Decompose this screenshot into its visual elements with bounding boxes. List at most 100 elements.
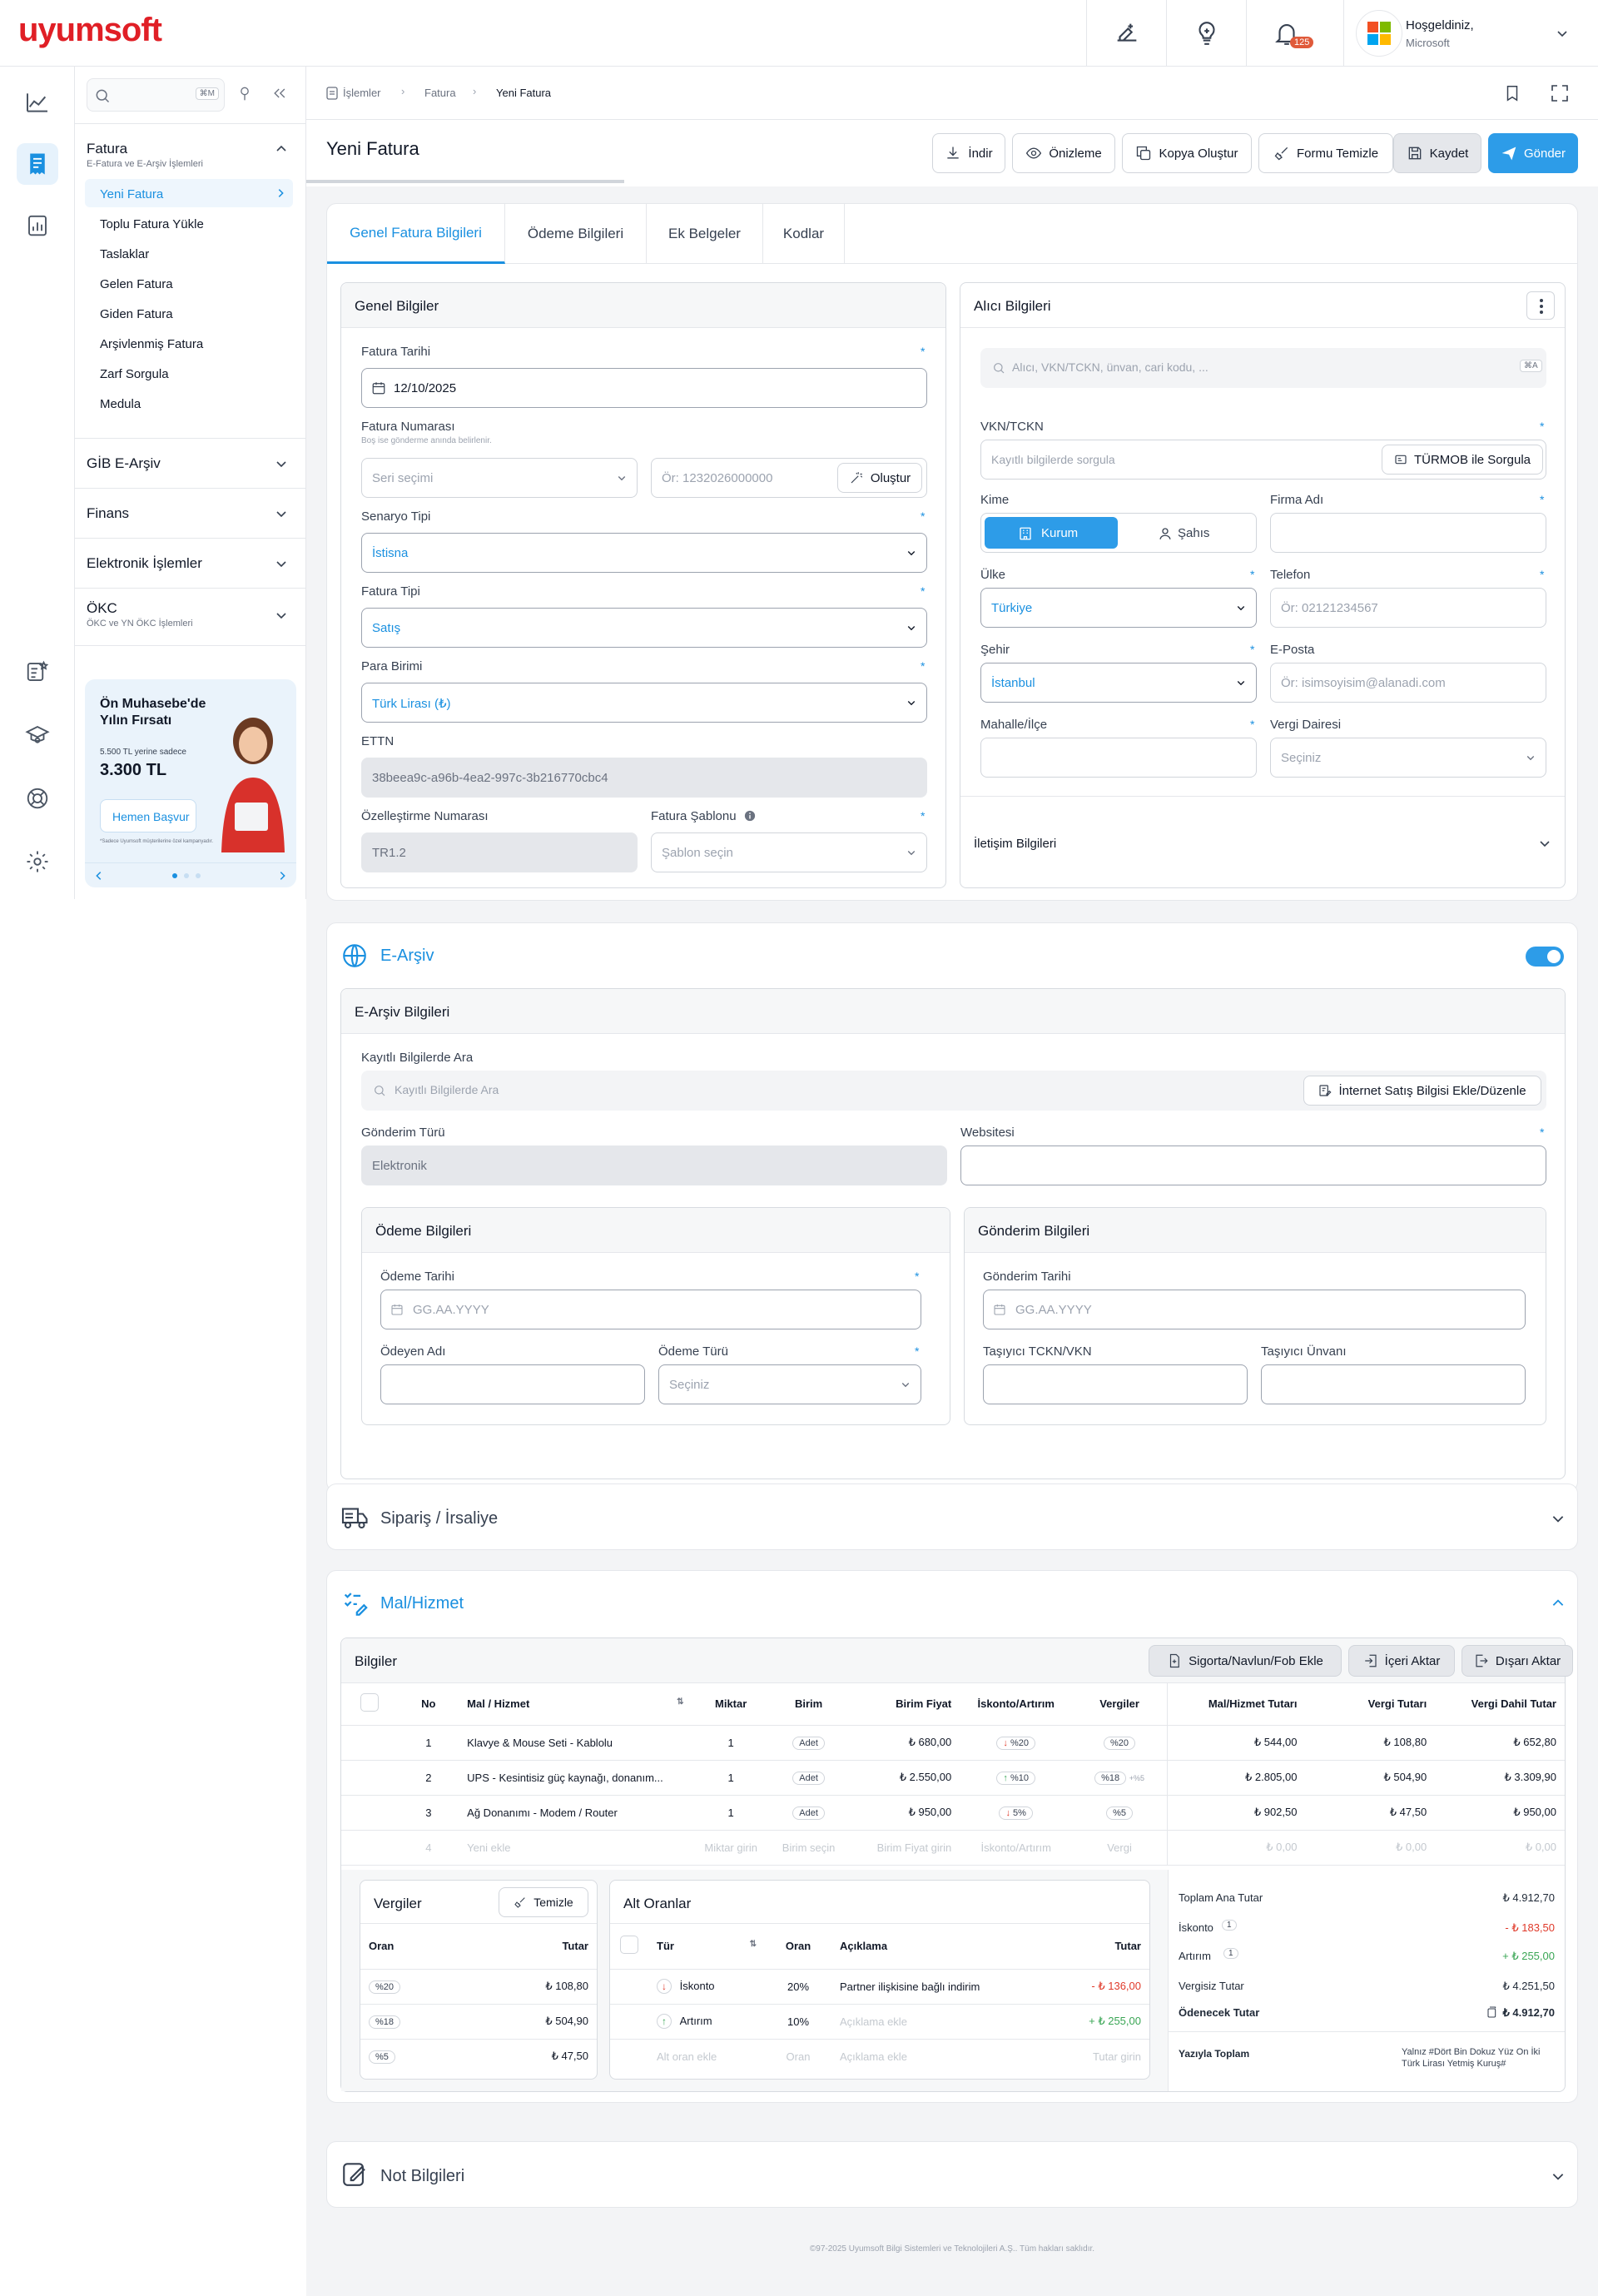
company-name-input[interactable] [1270, 513, 1546, 553]
new-row[interactable]: 4 Yeni ekle Miktar girin Birim seçin Bir… [341, 1830, 1565, 1866]
cell-qty[interactable]: 1 [692, 1760, 770, 1796]
cell-qty[interactable]: 1 [692, 1795, 770, 1831]
column-header[interactable]: Tür ⇅ [648, 1924, 765, 1970]
sub-rate-rate[interactable]: 10% [765, 2004, 831, 2040]
phone-input[interactable]: Ör: 02121234567 [1270, 588, 1546, 628]
carrier-title-input[interactable] [1261, 1364, 1526, 1404]
pin-button[interactable] [236, 85, 253, 102]
unit-pill[interactable]: Adet [792, 1771, 825, 1785]
menu-section-gib[interactable]: GİB E-Arşiv [75, 438, 306, 488]
new-sub-rate-type[interactable]: Alt oran ekle [648, 2039, 765, 2074]
chevron-right-icon[interactable] [276, 870, 288, 882]
generate-number-button[interactable]: Oluştur [837, 463, 922, 493]
rail-support[interactable] [17, 778, 58, 819]
tips-button[interactable] [1166, 0, 1246, 67]
menu-item-toplu-fatura[interactable]: Toplu Fatura Yükle [85, 209, 293, 237]
preview-button[interactable]: Önizleme [1012, 133, 1115, 173]
payment-type-select[interactable]: Seçiniz [658, 1364, 921, 1404]
new-unit-select[interactable]: Birim seçin [769, 1830, 848, 1866]
new-sub-rate-amount[interactable]: Tutar girin [1016, 2039, 1149, 2074]
country-select[interactable]: Türkiye [980, 588, 1257, 628]
menu-search-input[interactable]: ⌘M [87, 78, 225, 112]
internet-sale-button[interactable]: İnternet Satış Bilgisi Ekle/Düzenle [1303, 1076, 1541, 1106]
sort-icon[interactable]: ⇅ [750, 1940, 757, 1949]
breadcrumb-item[interactable]: İşlemler [343, 87, 381, 99]
recipient-search-input[interactable]: Alıcı, VKN/TCKN, ünvan, cari kodu, ... [980, 348, 1546, 388]
send-button[interactable]: Gönder [1488, 133, 1578, 173]
discount-pill[interactable]: ↓ 5% [999, 1806, 1033, 1820]
sort-icon[interactable]: ⇅ [677, 1697, 683, 1707]
new-sub-rate-row[interactable]: Alt oran ekle Oran Açıklama ekle Tutar g… [610, 2039, 1149, 2074]
payer-name-input[interactable] [380, 1364, 645, 1404]
payment-date-input[interactable]: GG.AA.YYYY [380, 1290, 921, 1329]
menu-item-arsivlenmis[interactable]: Arşivlenmiş Fatura [85, 329, 293, 357]
collapse-menu-button[interactable] [271, 85, 288, 102]
save-button[interactable]: Kaydet [1393, 133, 1481, 173]
clear-taxes-button[interactable]: Temizle [499, 1887, 588, 1917]
cell-qty[interactable]: 1 [692, 1725, 770, 1761]
fullscreen-icon[interactable] [1550, 83, 1570, 103]
export-button[interactable]: Dışarı Aktar [1462, 1645, 1573, 1677]
sub-rate-desc[interactable]: Partner ilişkisine bağlı indirim [831, 1969, 1016, 2005]
city-select[interactable]: İstanbul [980, 663, 1257, 703]
rail-reports[interactable] [17, 205, 58, 246]
new-tax-select[interactable]: Vergi [1072, 1830, 1168, 1866]
new-item-input[interactable]: Yeni ekle [459, 1830, 692, 1866]
unit-pill[interactable]: Adet [792, 1806, 825, 1820]
tax-pill[interactable]: %18 [1094, 1771, 1127, 1785]
menu-item-taslaklar[interactable]: Taslaklar [85, 239, 293, 267]
notifications-button[interactable]: 125 [1246, 0, 1326, 67]
discount-pill[interactable]: ↓ %20 [996, 1736, 1036, 1750]
delivery-date-input[interactable]: GG.AA.YYYY [983, 1290, 1526, 1329]
invoice-type-select[interactable]: Satış [361, 608, 927, 648]
cell-price[interactable]: ₺ 2.550,00 [847, 1760, 960, 1796]
table-row[interactable]: 1 Klavye & Mouse Seti - Kablolu 1 Adet ₺… [341, 1725, 1565, 1761]
tab-genel[interactable]: Genel Fatura Bilgileri [327, 204, 505, 264]
menu-item-giden-fatura[interactable]: Giden Fatura [85, 299, 293, 327]
earsiv-toggle[interactable] [1526, 947, 1564, 967]
rail-favorites[interactable] [17, 651, 58, 693]
order-waybill-collapse[interactable]: Sipariş / İrsaliye [326, 1483, 1578, 1550]
menu-item-medula[interactable]: Medula [85, 389, 293, 417]
download-button[interactable]: İndir [932, 133, 1005, 173]
sub-rate-row[interactable]: ↑ Artırım 10% Açıklama ekle + ₺ 255,00 [610, 2004, 1149, 2040]
chevron-up-icon[interactable] [275, 142, 288, 156]
email-input[interactable]: Ör: isimsoyisim@alanadi.com [1270, 663, 1546, 703]
menu-section-okc[interactable]: ÖKC ÖKC ve YN ÖKC İşlemleri [75, 588, 306, 646]
new-price-input[interactable]: Birim Fiyat girin [847, 1830, 960, 1866]
tab-kodlar[interactable]: Kodlar [763, 204, 845, 264]
user-menu[interactable]: Hoşgeldiniz, Microsoft [1343, 0, 1598, 67]
sub-rate-desc[interactable]: Açıklama ekle [831, 2004, 1016, 2040]
unit-pill[interactable]: Adet [792, 1736, 825, 1750]
carrier-vkn-input[interactable] [983, 1364, 1248, 1404]
chevron-left-icon[interactable] [93, 870, 105, 882]
contact-info-collapse[interactable]: İletişim Bilgileri [960, 796, 1565, 887]
copy-icon[interactable] [1485, 2005, 1498, 2020]
new-discount-input[interactable]: İskonto/Artırım [960, 1830, 1073, 1866]
breadcrumb-item[interactable]: Fatura [424, 87, 456, 99]
sub-rate-row[interactable]: ↓ İskonto 20% Partner ilişkisine bağlı i… [610, 1969, 1149, 2005]
table-row[interactable]: 3 Ağ Donanımı - Modem / Router 1 Adet ₺ … [341, 1795, 1565, 1831]
tax-pill[interactable]: %20 [1104, 1736, 1136, 1750]
signature-button[interactable] [1086, 0, 1166, 67]
notes-collapse[interactable]: Not Bilgileri [326, 2141, 1578, 2208]
menu-item-gelen-fatura[interactable]: Gelen Fatura [85, 269, 293, 297]
rail-training[interactable] [17, 714, 58, 756]
rail-settings[interactable] [17, 841, 58, 882]
copy-button[interactable]: Kopya Oluştur [1122, 133, 1252, 173]
menu-item-yeni-fatura[interactable]: Yeni Fatura [85, 179, 293, 207]
district-input[interactable] [980, 738, 1257, 778]
increase-pill[interactable]: ↑ %10 [996, 1771, 1036, 1785]
promo-cta-button[interactable]: Hemen Başvur [100, 799, 196, 832]
tab-ek-belgeler[interactable]: Ek Belgeler [647, 204, 763, 264]
cell-price[interactable]: ₺ 680,00 [847, 1725, 960, 1761]
menu-section-elektronik[interactable]: Elektronik İşlemler [75, 538, 306, 588]
new-qty-input[interactable]: Miktar girin [692, 1830, 770, 1866]
clear-form-button[interactable]: Formu Temizle [1258, 133, 1393, 173]
insurance-freight-button[interactable]: Sigorta/Navlun/Fob Ekle [1149, 1645, 1342, 1677]
tax-pill[interactable]: %5 [1106, 1806, 1133, 1820]
bookmark-icon[interactable] [1503, 83, 1521, 103]
column-header[interactable]: Mal / Hizmet ⇅ [459, 1683, 692, 1726]
scenario-select[interactable]: İstisna [361, 533, 927, 573]
info-icon[interactable] [744, 810, 756, 822]
